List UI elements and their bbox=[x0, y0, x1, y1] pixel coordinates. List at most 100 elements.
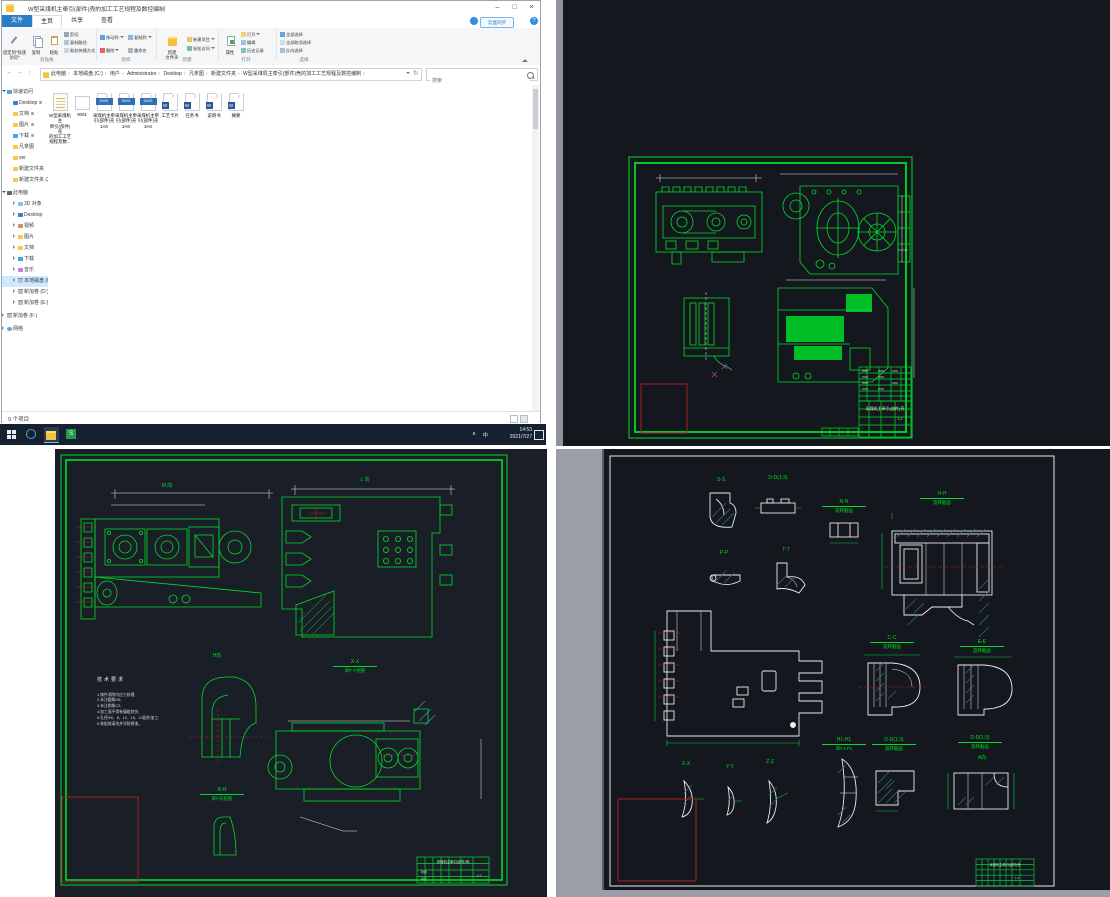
invert-selection-button[interactable]: 反向选择 bbox=[280, 47, 303, 55]
select-none-button[interactable]: 全部取消选择 bbox=[280, 39, 311, 47]
title-block-name: 采煤机主牵引(部件)壳 bbox=[437, 859, 470, 864]
search-box[interactable] bbox=[426, 68, 538, 87]
taskbar-clock[interactable]: 14:53 2021/7/27 bbox=[510, 427, 532, 441]
explorer-folder-icon bbox=[46, 431, 56, 440]
back-icon[interactable]: ← bbox=[6, 69, 13, 76]
select-all-button[interactable]: 全部选择 bbox=[280, 31, 303, 39]
file-explorer-screenshot: W型采煤机主牵引(部件)壳的加工工艺规程及数控编制 – □ × 文件 主页 共享… bbox=[0, 0, 548, 448]
file-item-project-doc[interactable]: W型采煤机主 牵引(部件)壳 的加工工艺 规程及数... bbox=[49, 93, 71, 145]
windows-logo-icon bbox=[7, 430, 16, 439]
file-item-manual[interactable]: W 说明书 bbox=[203, 93, 225, 118]
section-label-nn: N-N 旋转截面 bbox=[822, 499, 866, 514]
downloads-icon bbox=[18, 256, 23, 261]
chevron-right-icon bbox=[13, 201, 17, 206]
crumb-desktop[interactable]: Desktop bbox=[163, 69, 181, 80]
ime-indicator[interactable]: 中 bbox=[482, 431, 488, 448]
crumb-administrator[interactable]: Administrator bbox=[127, 69, 156, 80]
page-fold-icon bbox=[237, 93, 244, 99]
copy-to-button[interactable]: 复制到 bbox=[128, 34, 152, 42]
crumb-current-folder[interactable]: W型采煤机主牵引(部件)壳的加工工艺规程及数控编制 bbox=[243, 69, 361, 80]
cloud-sync-button[interactable]: 云盘同步 bbox=[480, 17, 514, 28]
cloud-icon bbox=[470, 17, 478, 25]
crumb-users[interactable]: 用户 bbox=[110, 69, 120, 80]
copy-button[interactable]: 复制 bbox=[28, 30, 44, 56]
title-block-scale: 1:2 bbox=[898, 417, 903, 421]
refresh-icon[interactable]: ↻ bbox=[413, 69, 418, 77]
view-label-h: H向 bbox=[212, 653, 222, 659]
thumbnail-view-icon[interactable] bbox=[520, 415, 528, 423]
up-icon[interactable]: ↑ bbox=[28, 69, 31, 76]
breadcrumb-separator-icon: › bbox=[183, 71, 186, 77]
crumb-drive-c[interactable]: 本地磁盘 (C:) bbox=[73, 69, 103, 80]
crumb-this-pc[interactable]: 此电脑 bbox=[51, 69, 66, 80]
crumb-folder[interactable]: 凡拿图 bbox=[189, 69, 204, 80]
section-label-dd1: D-D(1:3) bbox=[768, 475, 788, 481]
sidebar-section-this-pc[interactable]: 此电脑 bbox=[2, 188, 47, 199]
cut-button[interactable]: 剪切 bbox=[64, 31, 78, 39]
title-block-name: 采煤机主牵引(部件)壳 bbox=[866, 405, 905, 411]
new-item-button[interactable]: 新建项目 bbox=[187, 36, 215, 44]
tab-home[interactable]: 主页 bbox=[32, 15, 62, 27]
rename-button[interactable]: 重命名 bbox=[128, 47, 147, 55]
file-item-process-card[interactable]: W 工艺卡片 bbox=[159, 93, 181, 118]
file-item-task-book[interactable]: W 任务书 bbox=[181, 93, 203, 118]
open-button[interactable]: 打开 bbox=[241, 31, 261, 39]
rename-icon bbox=[128, 48, 133, 54]
item-count: 9 个项目 bbox=[8, 417, 30, 423]
start-button[interactable] bbox=[4, 427, 19, 442]
address-dropdown-icon[interactable] bbox=[406, 72, 410, 76]
tab-file[interactable]: 文件 bbox=[2, 15, 32, 27]
search-circle-icon bbox=[26, 429, 36, 439]
close-button[interactable]: × bbox=[523, 1, 540, 14]
file-item-dwg-3[interactable]: DWG 采煤机主牵 引(部件)壳 3A0 bbox=[137, 93, 159, 129]
scrollbar[interactable] bbox=[532, 85, 539, 411]
sidebar-item-volume-f[interactable]: 新加卷 (F:) bbox=[2, 311, 47, 322]
screenshot-root: W型采煤机主牵引(部件)壳的加工工艺规程及数控编制 – □ × 文件 主页 共享… bbox=[0, 0, 1110, 897]
tab-view[interactable]: 查看 bbox=[92, 15, 122, 27]
help-icon[interactable]: ? bbox=[530, 17, 538, 25]
copy-path-button[interactable]: 复制路径 bbox=[64, 39, 87, 47]
move-to-button[interactable]: 移动到 bbox=[100, 34, 124, 42]
sidebar-item-network[interactable]: 网络 bbox=[2, 324, 47, 335]
group-label-open: 打开 bbox=[241, 57, 251, 62]
file-item-0001[interactable]: 0001 bbox=[71, 93, 93, 117]
scrollbar-thumb[interactable] bbox=[533, 89, 538, 129]
crumb-new-folder[interactable]: 新建文件夹 bbox=[211, 69, 236, 80]
paste-button[interactable]: 粘贴 bbox=[46, 30, 62, 56]
properties-button[interactable]: 属性 bbox=[221, 30, 239, 56]
title-bar[interactable]: W型采煤机主牵引(部件)壳的加工工艺规程及数控编制 – □ × bbox=[2, 1, 540, 15]
paste-shortcut-button[interactable]: 粘贴快捷方式 bbox=[64, 47, 95, 55]
minimize-button[interactable]: – bbox=[489, 1, 506, 14]
title-block-check: 审核 bbox=[421, 876, 427, 881]
breadcrumb[interactable]: 此电脑 › 本地磁盘 (C:) › 用户 › Administrator › Deskt… bbox=[40, 68, 422, 81]
details-view-icon[interactable] bbox=[510, 415, 518, 423]
taskbar-green-app-button[interactable]: S bbox=[64, 427, 79, 442]
edit-button[interactable]: 编辑 bbox=[241, 39, 255, 47]
title-block-name: 采煤机主牵引(部件)壳 bbox=[990, 862, 1022, 867]
action-center-icon[interactable] bbox=[534, 430, 544, 440]
sidebar-section-quick-access[interactable]: 快速访问 bbox=[2, 87, 47, 98]
file-item-abstract[interactable]: W 摘要 bbox=[225, 93, 247, 118]
tab-share[interactable]: 共享 bbox=[62, 15, 92, 27]
pushpin-icon bbox=[9, 35, 20, 45]
chevron-right-icon bbox=[13, 278, 17, 283]
pin-to-quick-access-button[interactable]: 固定到"快速 访问" bbox=[2, 30, 27, 61]
folder-icon bbox=[13, 177, 18, 182]
clock-date: 2021/7/27 bbox=[509, 434, 532, 440]
forward-icon[interactable]: → bbox=[16, 69, 23, 76]
file-item-dwg-2[interactable]: DWG 采煤机主牵 引(部件)壳 2A0 bbox=[115, 93, 137, 129]
open-icon bbox=[241, 32, 246, 38]
tray-expand-icon[interactable]: ∧ bbox=[472, 431, 476, 448]
maximize-button[interactable]: □ bbox=[506, 1, 523, 14]
history-button[interactable]: 历史记录 bbox=[241, 47, 264, 55]
taskbar-explorer-button[interactable] bbox=[44, 427, 59, 443]
collapse-ribbon-icon[interactable] bbox=[522, 56, 528, 62]
easy-access-icon bbox=[187, 46, 192, 52]
delete-button[interactable]: 删除 bbox=[100, 47, 120, 55]
chevron-right-icon bbox=[13, 212, 17, 217]
cortana-search-button[interactable] bbox=[24, 427, 39, 442]
folder-icon bbox=[13, 166, 18, 171]
file-item-dwg-1[interactable]: DWG 采煤机主牵 引(部件)壳 1A0 bbox=[93, 93, 115, 129]
window-title: W型采煤机主牵引(部件)壳的加工工艺规程及数控编制 bbox=[28, 7, 165, 13]
easy-access-button[interactable]: 轻松访问 bbox=[187, 45, 215, 53]
